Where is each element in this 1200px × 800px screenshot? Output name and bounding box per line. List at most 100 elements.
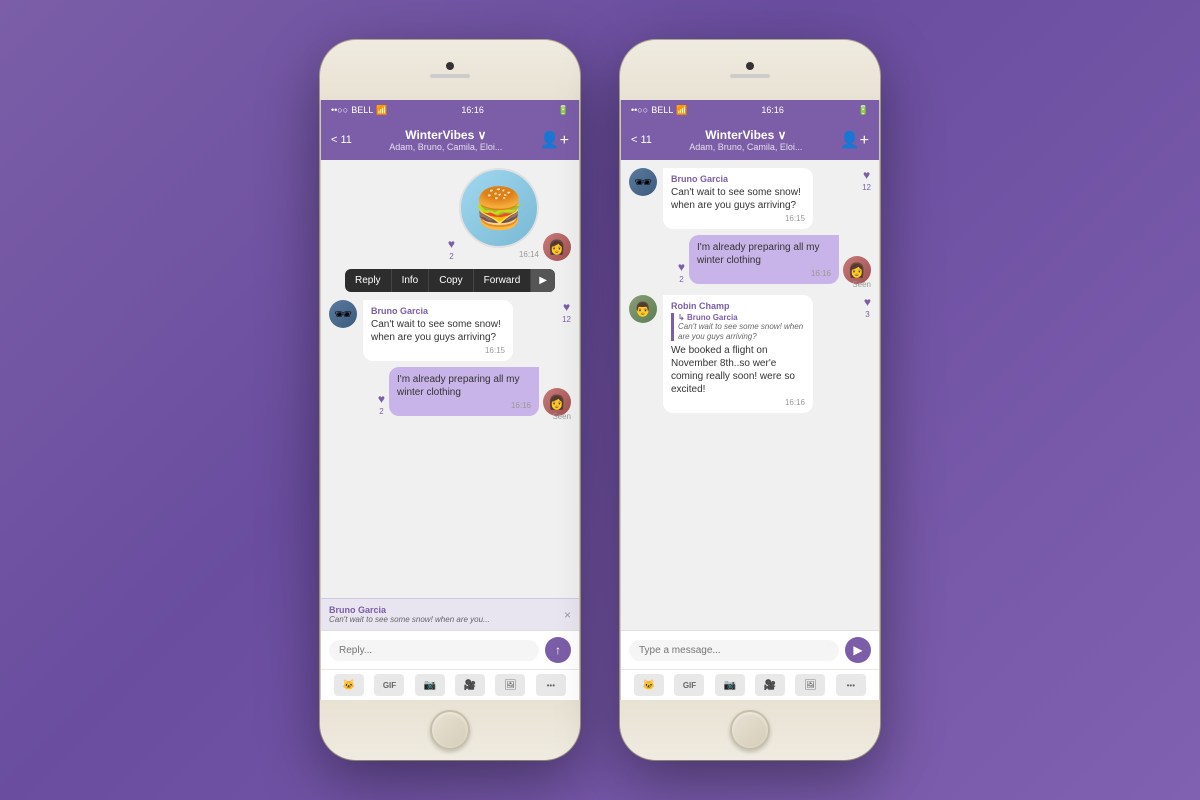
copy-button[interactable]: Copy [429, 269, 473, 292]
heart-icon-sent-left: ♥ [378, 392, 385, 406]
like-badge-sent-left[interactable]: ♥ 2 [378, 392, 385, 416]
camera-icon-right[interactable]: 📷 [715, 674, 745, 696]
header-center-left: WinterVibes ∨ Adam, Bruno, Camila, Eloi.… [389, 128, 502, 152]
camera-icon-left[interactable]: 📷 [415, 674, 445, 696]
context-menu: Reply Info Copy Forward ▶ [345, 269, 555, 292]
bottom-bezel-left [320, 700, 580, 760]
message-bruno-right: 🕶 Bruno Garcia Can't wait to see some sn… [629, 168, 871, 229]
bubble-sent-left: I'm already preparing all my winter clot… [389, 367, 539, 416]
text-bruno-right: Can't wait to see some snow! when are yo… [671, 186, 805, 212]
seen-text-right: Seen [852, 280, 871, 289]
top-bezel-left [320, 40, 580, 100]
bubble-robin-right: Robin Champ ↳ Bruno Garcia Can't wait to… [663, 295, 813, 413]
like-badge-bruno-right[interactable]: ♥ 12 [862, 168, 871, 192]
sticker-icon-right[interactable]: 🐱 [634, 674, 664, 696]
heart-icon-robin-right: ♥ [864, 295, 871, 309]
sticker-like-count: 2 [449, 252, 453, 261]
phone-right: ••○○ BELL 📶 16:16 🔋 < 11 WinterVibes ∨ A… [620, 40, 880, 760]
more-icon-right[interactable]: ••• [836, 674, 866, 696]
sent-message-left: ♥ 2 I'm already preparing all my winter … [329, 367, 571, 421]
reply-preview-left: Can't wait to see some snow! when are yo… [329, 615, 490, 624]
reply-close-button[interactable]: × [564, 608, 571, 622]
time-bruno-left: 16:15 [371, 346, 505, 355]
add-member-button-right[interactable]: 👤+ [840, 130, 869, 150]
reply-button[interactable]: Reply [345, 269, 392, 292]
carrier-right: BELL [651, 105, 673, 115]
messages-area-right: 🕶 Bruno Garcia Can't wait to see some sn… [621, 160, 879, 630]
status-bar-left: ••○○ BELL 📶 16:16 🔋 [321, 100, 579, 120]
back-button-left[interactable]: < 11 [331, 134, 352, 146]
chat-header-left: < 11 WinterVibes ∨ Adam, Bruno, Camila, … [321, 120, 579, 160]
time-robin-right: 16:16 [671, 398, 805, 407]
video-icon-right[interactable]: 🎥 [755, 674, 785, 696]
sender-robin-right: Robin Champ [671, 301, 805, 311]
like-badge-robin-right[interactable]: ♥ 3 [864, 295, 871, 319]
back-button-right[interactable]: < 11 [631, 134, 652, 146]
bottom-bezel-right [620, 700, 880, 760]
sticker-like-badge[interactable]: ♥ 2 [448, 237, 455, 261]
battery-icon-left: 🔋 [558, 105, 569, 116]
time-sent-right: 16:16 [697, 269, 831, 278]
message-robin-right: 👨 Robin Champ ↳ Bruno Garcia Can't wait … [629, 295, 871, 413]
time-right: 16:16 [761, 105, 784, 115]
chat-title-left[interactable]: WinterVibes ∨ [389, 128, 502, 142]
camera-right [746, 62, 754, 70]
message-bruno-left: 🕶 Bruno Garcia Can't wait to see some sn… [329, 300, 571, 361]
home-button-right[interactable] [730, 710, 770, 750]
messages-area-left: ♥ 2 🍔 16:14 👩 Reply Info Copy Forward ▶ … [321, 160, 579, 598]
like-count-robin-right: 3 [865, 310, 869, 319]
gif-icon-right[interactable]: GIF [674, 674, 704, 696]
sent-row-left: ♥ 2 I'm already preparing all my winter … [329, 367, 571, 416]
video-icon-left[interactable]: 🎥 [455, 674, 485, 696]
sender-bruno-left: Bruno Garcia [371, 306, 505, 316]
wifi-icon-right: 📶 [676, 105, 687, 116]
avatar-robin-right: 👨 [629, 295, 657, 323]
chat-header-right: < 11 WinterVibes ∨ Adam, Bruno, Camila, … [621, 120, 879, 160]
gif-icon-left[interactable]: GIF [374, 674, 404, 696]
quote-sender-right: ↳ Bruno Garcia [678, 313, 805, 322]
home-button-left[interactable] [430, 710, 470, 750]
like-count-bruno-right: 12 [862, 183, 871, 192]
heart-icon-bruno-right: ♥ [863, 168, 870, 182]
text-sent-right: I'm already preparing all my winter clot… [697, 241, 831, 267]
heart-icon-bruno-left: ♥ [563, 300, 570, 314]
send-button-left[interactable]: ↑ [545, 637, 571, 663]
play-button[interactable]: ▶ [531, 269, 555, 292]
speaker-left [430, 74, 470, 78]
chat-subtitle-right: Adam, Bruno, Camila, Eloi... [689, 142, 802, 152]
screen-left: ••○○ BELL 📶 16:16 🔋 < 11 WinterVibes ∨ A… [320, 100, 580, 700]
battery-icon-right: 🔋 [858, 105, 869, 116]
chat-title-right[interactable]: WinterVibes ∨ [689, 128, 802, 142]
quote-text-right: Can't wait to see some snow! when are yo… [678, 322, 805, 341]
sticker-message: ♥ 2 🍔 16:14 👩 [448, 168, 571, 261]
like-badge-bruno-left[interactable]: ♥ 12 [562, 300, 571, 324]
bubble-bruno-left: Bruno Garcia Can't wait to see some snow… [363, 300, 513, 361]
header-center-right: WinterVibes ∨ Adam, Bruno, Camila, Eloi.… [689, 128, 802, 152]
time-bruno-right: 16:15 [671, 214, 805, 223]
sent-message-right: ♥ 2 I'm already preparing all my winter … [629, 235, 871, 289]
message-input-right[interactable] [629, 640, 839, 661]
sticker-icon-left[interactable]: 🐱 [334, 674, 364, 696]
more-icon-left[interactable]: ••• [536, 674, 566, 696]
send-button-right[interactable]: ▶ [845, 637, 871, 663]
sent-row-right: ♥ 2 I'm already preparing all my winter … [629, 235, 871, 284]
reply-bar-left: Bruno Garcia Can't wait to see some snow… [321, 598, 579, 630]
toolbar-left: 🐱 GIF 📷 🎥 🖼 ••• [321, 669, 579, 700]
add-member-button-left[interactable]: 👤+ [540, 130, 569, 150]
like-count-sent-right: 2 [679, 275, 683, 284]
carrier-left: BELL [351, 105, 373, 115]
message-input-left[interactable] [329, 640, 539, 661]
text-robin-right: We booked a flight on November 8th..so w… [671, 344, 805, 396]
bubble-sent-right: I'm already preparing all my winter clot… [689, 235, 839, 284]
phone-left: ••○○ BELL 📶 16:16 🔋 < 11 WinterVibes ∨ A… [320, 40, 580, 760]
info-button[interactable]: Info [392, 269, 430, 292]
gallery-icon-right[interactable]: 🖼 [795, 674, 825, 696]
speaker-right [730, 74, 770, 78]
text-sent-left: I'm already preparing all my winter clot… [397, 373, 531, 399]
signal-right: ••○○ [631, 105, 648, 115]
forward-button[interactable]: Forward [474, 269, 532, 292]
gallery-icon-left[interactable]: 🖼 [495, 674, 525, 696]
reply-name-left: Bruno Garcia [329, 605, 490, 615]
like-count-bruno-left: 12 [562, 315, 571, 324]
like-badge-sent-right[interactable]: ♥ 2 [678, 260, 685, 284]
